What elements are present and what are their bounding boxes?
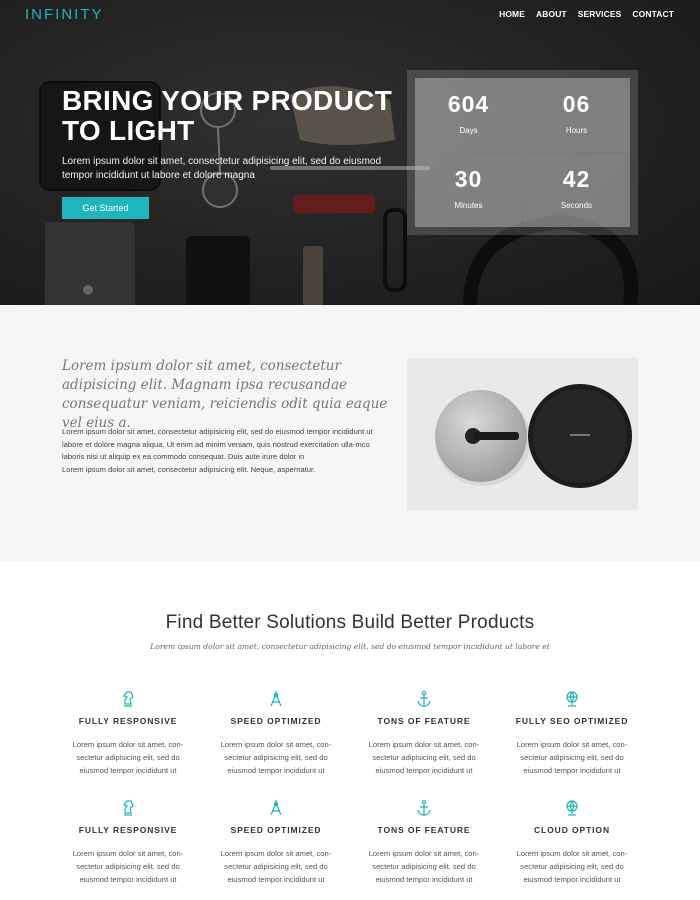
hero-section: INFINITY HOME ABOUT SERVICES CONTACT BRI…: [0, 0, 700, 305]
knight-icon: [123, 800, 134, 816]
about-section: Lorem ipsum dolor sit amet, consectetur …: [0, 305, 700, 561]
countdown-days: 604 Days: [415, 78, 522, 152]
feature-description: Lorem ipsum dolor sit amet, con-sectetur…: [72, 740, 184, 775]
feature-item: CLOUD OPTION Lorem ipsum dolor sit amet,…: [502, 799, 642, 886]
about-lead-text: Lorem ipsum dolor sit amet, consectetur …: [62, 358, 388, 431]
countdown-timer: 604 Days 06 Hours 30 Minutes 42 Seconds: [407, 70, 638, 235]
get-started-button[interactable]: Get Started: [62, 197, 149, 219]
countdown-hours: 06 Hours: [523, 78, 630, 152]
about-body-paragraph: Lorem ipsum dolor sit amet, consectetur …: [62, 427, 373, 461]
nav-services-link[interactable]: SERVICES: [578, 9, 622, 19]
countdown-minutes-value: 30: [454, 166, 483, 192]
feature-item: FULLY RESPONSIVE Lorem ipsum dolor sit a…: [58, 690, 198, 777]
features-section: Find Better Solutions Build Better Produ…: [0, 561, 700, 900]
about-body: Lorem ipsum dolor sit amet, consectetur …: [62, 426, 392, 476]
compass-icon: [270, 691, 282, 707]
feature-title: SPEED OPTIMIZED: [230, 716, 322, 726]
feature-title: SPEED OPTIMIZED: [230, 825, 322, 835]
knight-icon: [123, 691, 134, 707]
countdown-days-label: Days: [459, 126, 478, 135]
compass-icon: [270, 800, 282, 816]
about-body-paragraph-2: Lorem ipsum dolor sit amet, consectetur …: [62, 464, 316, 474]
feature-title: FULLY RESPONSIVE: [78, 716, 178, 726]
nav-menu: HOME ABOUT SERVICES CONTACT: [499, 9, 674, 19]
feature-description: Lorem ipsum dolor sit amet, con-sectetur…: [368, 740, 480, 775]
anchor-icon: [417, 690, 431, 707]
feature-description: Lorem ipsum dolor sit amet, con-sectetur…: [220, 740, 332, 775]
brand-logo[interactable]: INFINITY: [25, 6, 104, 23]
countdown-hours-label: Hours: [565, 126, 588, 135]
feature-title: FULLY SEO OPTIMIZED: [515, 716, 629, 726]
feature-item: TONS OF FEATURE Lorem ipsum dolor sit am…: [354, 690, 494, 777]
anchor-icon: [417, 799, 431, 816]
feature-description: Lorem ipsum dolor sit amet, con-sectetur…: [516, 740, 628, 775]
countdown-minutes: 30 Minutes: [415, 153, 522, 227]
feature-description: Lorem ipsum dolor sit amet, con-sectetur…: [72, 849, 184, 884]
countdown-minutes-label: Minutes: [454, 201, 483, 210]
globe-icon: [566, 800, 578, 816]
feature-item: TONS OF FEATURE Lorem ipsum dolor sit am…: [354, 799, 494, 886]
feature-description: Lorem ipsum dolor sit amet, con-sectetur…: [516, 849, 628, 884]
countdown-days-value: 604: [447, 91, 490, 117]
feature-description: Lorem ipsum dolor sit amet, con-sectetur…: [368, 849, 480, 884]
navbar: INFINITY HOME ABOUT SERVICES CONTACT: [0, 0, 700, 30]
nav-home-link[interactable]: HOME: [499, 9, 525, 19]
feature-item: FULLY SEO OPTIMIZED Lorem ipsum dolor si…: [502, 690, 642, 777]
feature-title: CLOUD OPTION: [534, 825, 610, 835]
hero-description: Lorem ipsum dolor sit amet, consectetur …: [62, 156, 382, 181]
countdown-hours-value: 06: [562, 91, 591, 117]
features-subtitle: Lorem ipsum dolor sit amet, consectetur …: [150, 642, 550, 651]
countdown-seconds: 42 Seconds: [523, 153, 630, 227]
product-image: [407, 358, 638, 510]
speaker-product-illustration: [435, 384, 632, 488]
features-title: Find Better Solutions Build Better Produ…: [165, 612, 535, 633]
nav-contact-link[interactable]: CONTACT: [632, 9, 674, 19]
feature-item: FULLY RESPONSIVE Lorem ipsum dolor sit a…: [58, 799, 198, 886]
feature-title: TONS OF FEATURE: [377, 825, 471, 835]
countdown-seconds-label: Seconds: [560, 201, 593, 210]
feature-title: FULLY RESPONSIVE: [78, 825, 178, 835]
feature-description: Lorem ipsum dolor sit amet, con-sectetur…: [220, 849, 332, 884]
nav-about-link[interactable]: ABOUT: [536, 9, 567, 19]
feature-item: SPEED OPTIMIZED Lorem ipsum dolor sit am…: [206, 690, 346, 777]
feature-title: TONS OF FEATURE: [377, 716, 471, 726]
hero-title: BRING YOUR PRODUCT TO LIGHT: [62, 85, 393, 146]
feature-item: SPEED OPTIMIZED Lorem ipsum dolor sit am…: [206, 799, 346, 886]
countdown-seconds-value: 42: [562, 166, 591, 192]
globe-icon: [566, 691, 578, 707]
